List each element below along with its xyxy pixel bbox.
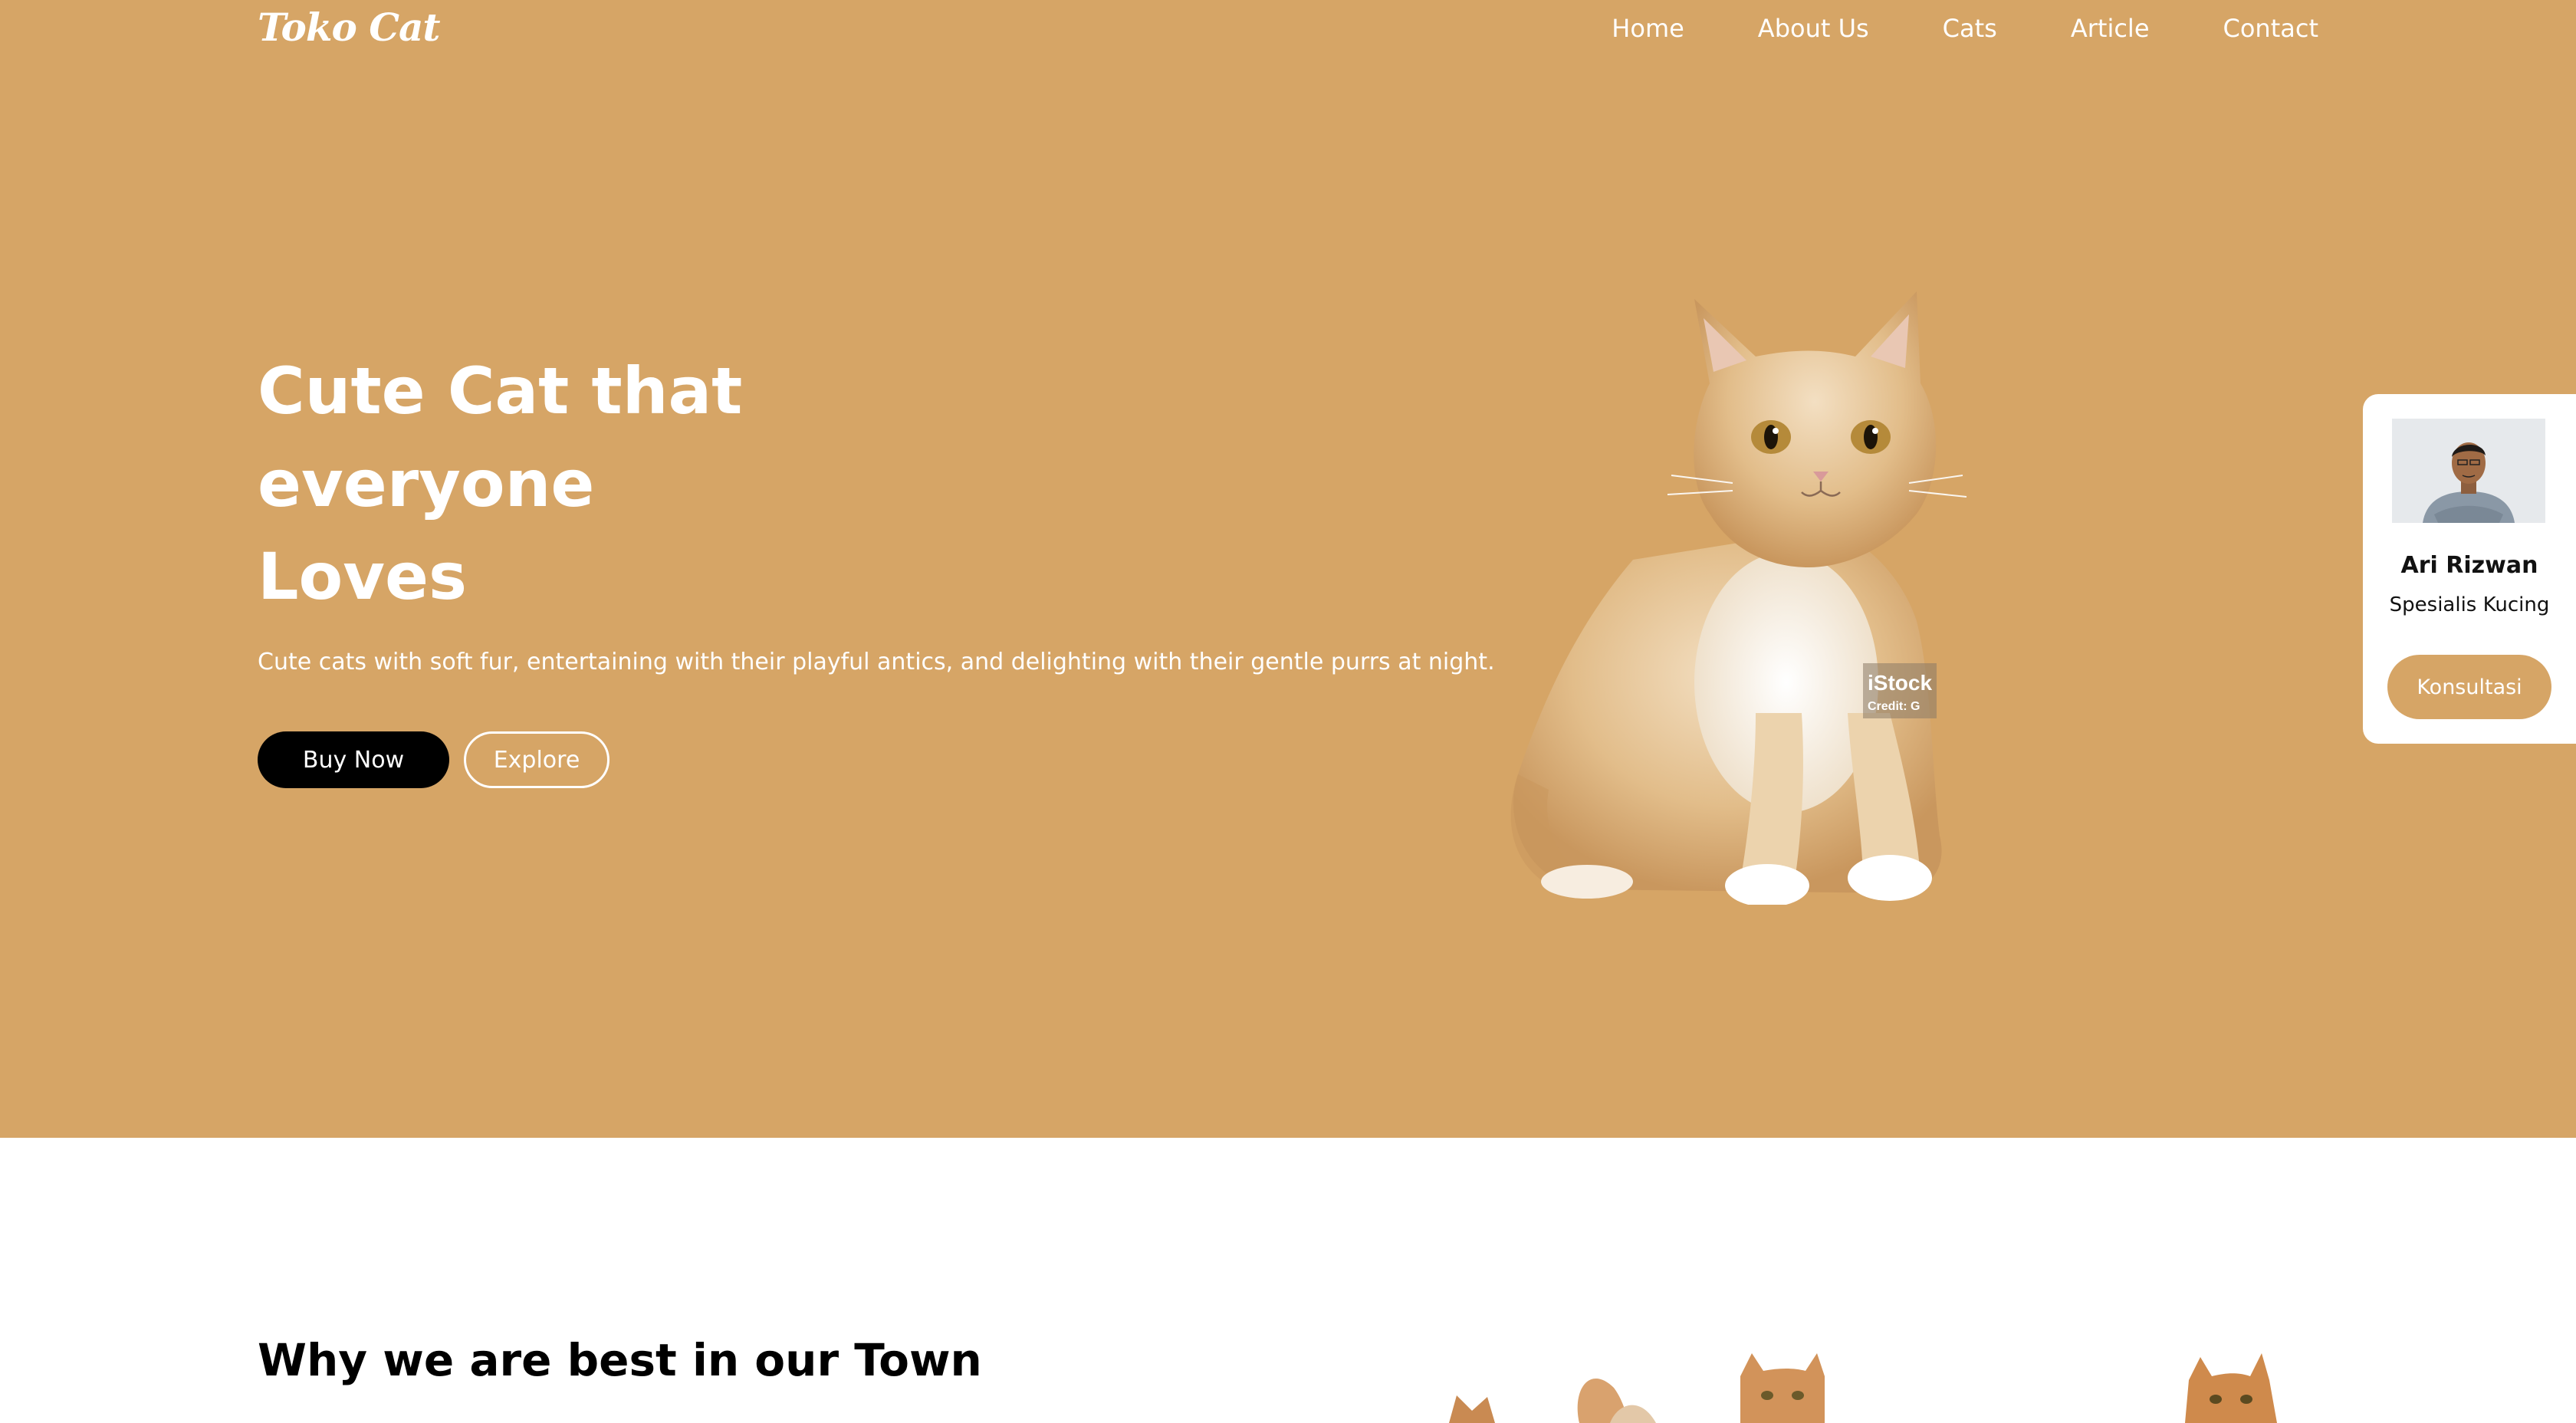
kitten-image: iStock Credit: G [1510, 291, 1967, 905]
avatar [2392, 419, 2545, 523]
main-nav: Home About Us Cats Article Contact [1538, 0, 2318, 57]
consultant-card: Ari Rizwan Spesialis Kucing Konsultasi [2363, 394, 2576, 744]
cats-gallery-preview [1449, 1353, 2277, 1423]
image-watermark: iStock [1868, 671, 1932, 695]
image-credit: Credit: G [1868, 700, 1920, 713]
consultant-name: Ari Rizwan [2400, 552, 2538, 579]
nav-cats[interactable]: Cats [1943, 14, 1997, 43]
site-logo[interactable]: Toko Cat [258, 5, 441, 50]
headline-line-3: Loves [258, 539, 467, 614]
headline-line-2: everyone [258, 446, 595, 521]
hero-subtitle: Cute cats with soft fur, entertaining wi… [258, 649, 1495, 675]
buy-now-button[interactable]: Buy Now [258, 731, 449, 788]
nav-about-us[interactable]: About Us [1758, 14, 1869, 43]
nav-contact[interactable]: Contact [2223, 14, 2319, 43]
hero-headline: Cute Cat that everyone Loves [258, 345, 948, 623]
explore-button[interactable]: Explore [464, 731, 610, 788]
consultant-role: Spesialis Kucing [2389, 593, 2550, 616]
headline-line-1: Cute Cat that [258, 353, 743, 429]
hero-section: Toko Cat Home About Us Cats Article Cont… [0, 0, 2576, 1138]
nav-article[interactable]: Article [2071, 14, 2150, 43]
konsultasi-button[interactable]: Konsultasi [2387, 655, 2551, 719]
section-title: Why we are best in our Town [258, 1334, 982, 1386]
nav-home[interactable]: Home [1612, 14, 1684, 43]
